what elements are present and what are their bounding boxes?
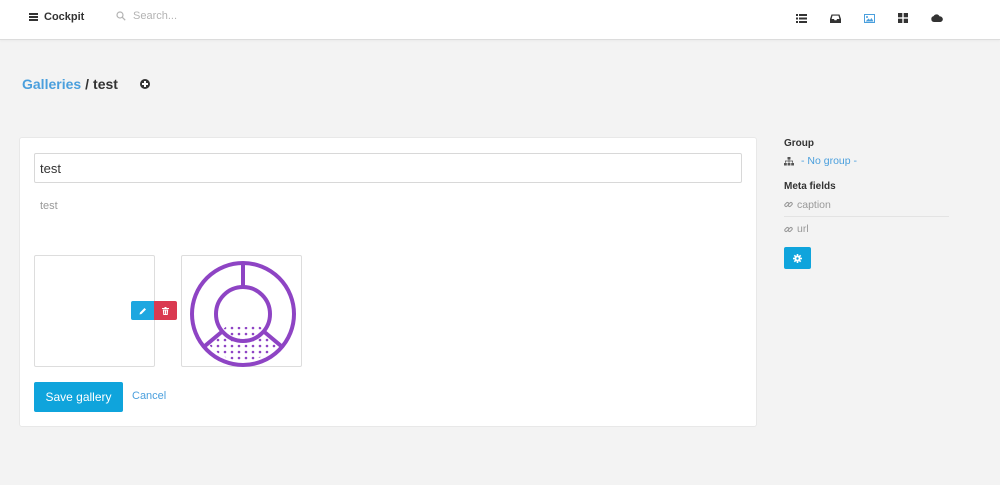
save-gallery-button[interactable]: Save gallery	[34, 382, 123, 412]
brand-label: Cockpit	[44, 11, 85, 23]
breadcrumb-current: test	[93, 76, 118, 92]
link-icon	[784, 200, 793, 209]
gallery-editor-panel: test Save galler	[19, 137, 757, 427]
search-icon	[116, 11, 126, 21]
search-input[interactable]	[133, 10, 253, 22]
top-nav	[795, 12, 965, 24]
sitemap-icon	[784, 156, 794, 166]
meta-field-label: url	[797, 223, 809, 235]
gear-icon	[793, 253, 802, 263]
link-icon	[784, 225, 793, 234]
list-icon[interactable]	[795, 12, 807, 24]
add-circle-icon[interactable]	[139, 79, 150, 89]
pencil-icon	[139, 307, 146, 314]
meta-field-item[interactable]: caption	[784, 195, 949, 217]
gallery-description[interactable]: test	[40, 200, 58, 212]
gallery-image-thumbnail[interactable]	[181, 255, 302, 367]
trash-icon	[162, 306, 169, 315]
meta-settings-button[interactable]	[784, 247, 811, 269]
gallery-name-input[interactable]	[34, 153, 742, 183]
group-heading: Group	[784, 138, 814, 149]
top-bar: Cockpit	[0, 0, 1000, 40]
meta-field-label: caption	[797, 198, 831, 211]
group-selector[interactable]: - No group -	[784, 155, 949, 167]
cloud-icon[interactable]	[931, 12, 943, 24]
meta-field-item[interactable]: url	[784, 219, 949, 239]
ring-image	[190, 261, 296, 367]
delete-image-button[interactable]	[154, 301, 177, 320]
breadcrumb: Galleries / test	[22, 76, 150, 92]
group-value[interactable]: - No group -	[801, 155, 857, 167]
search-box[interactable]	[116, 10, 253, 22]
breadcrumb-separator: /	[85, 76, 90, 92]
hamburger-icon	[29, 13, 38, 21]
breadcrumb-galleries-link[interactable]: Galleries	[22, 76, 81, 92]
image-icon[interactable]	[863, 12, 875, 24]
edit-image-button[interactable]	[131, 301, 154, 320]
meta-fields-heading: Meta fields	[784, 181, 836, 192]
cancel-link[interactable]: Cancel	[132, 390, 166, 402]
settings-sidebar: Group - No group - Meta fields caption u…	[784, 138, 949, 269]
grid-icon[interactable]	[897, 12, 909, 24]
app-menu-button[interactable]: Cockpit	[29, 11, 84, 23]
inbox-icon[interactable]	[829, 12, 841, 24]
